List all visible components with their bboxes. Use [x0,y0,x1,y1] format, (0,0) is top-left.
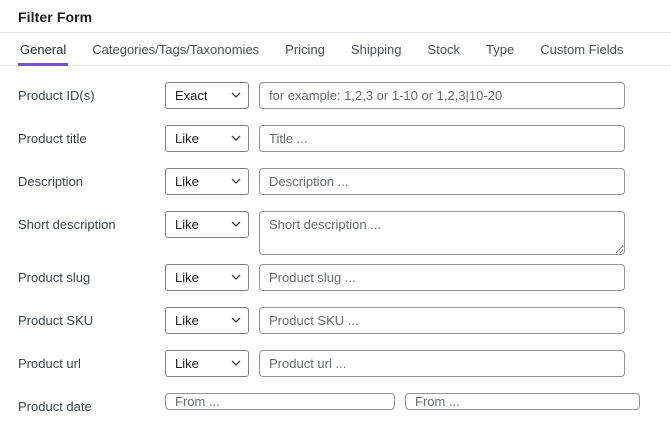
tab-pricing[interactable]: Pricing [283,33,327,66]
form-row-product-url: Product url Like [18,350,671,377]
field-label-product-url: Product url [18,356,81,371]
tab-categories-tags-taxonomies[interactable]: Categories/Tags/Taxonomies [90,33,261,66]
form-row-short-description: Short description Like [18,211,671,255]
product-sku-input[interactable] [259,307,625,334]
description-operator-select[interactable]: Like [165,168,249,195]
short-description-textarea[interactable] [259,211,625,255]
short-description-operator-select[interactable]: Like [165,211,249,238]
filter-form: Product ID(s) Exact Product title Like D… [0,66,671,414]
operator-select-wrap: Exact [165,82,249,109]
tab-type[interactable]: Type [484,33,516,66]
field-label-product-title: Product title [18,131,87,146]
product-date-from-input[interactable] [165,393,395,410]
form-row-description: Description Like [18,168,671,195]
product-slug-operator-select[interactable]: Like [165,264,249,291]
form-row-product-title: Product title Like [18,125,671,152]
product-date-to-input[interactable] [405,393,640,410]
operator-select-wrap: Like [165,264,249,291]
operator-select-wrap: Like [165,168,249,195]
product-title-operator-select[interactable]: Like [165,125,249,152]
page-title: Filter Form [18,9,93,25]
product-url-input[interactable] [259,350,625,377]
field-label-product-date: Product date [18,399,92,414]
field-label-product-slug: Product slug [18,270,91,285]
field-label-short-description: Short description [18,217,116,232]
tab-general[interactable]: General [18,33,69,66]
product-url-operator-select[interactable]: Like [165,350,249,377]
product-slug-input[interactable] [259,264,625,291]
tab-stock[interactable]: Stock [426,33,463,66]
product-ids-input[interactable] [259,82,625,109]
product-sku-operator-select[interactable]: Like [165,307,249,334]
page-header: Filter Form [0,0,671,33]
product-title-input[interactable] [259,125,625,152]
tab-custom-fields[interactable]: Custom Fields [538,33,625,66]
operator-select-wrap: Like [165,307,249,334]
tab-shipping[interactable]: Shipping [349,33,404,66]
form-row-product-sku: Product SKU Like [18,307,671,334]
form-row-product-ids: Product ID(s) Exact [18,82,671,109]
operator-select-wrap: Like [165,211,249,238]
operator-select-wrap: Like [165,350,249,377]
field-label-description: Description [18,174,84,189]
field-label-product-ids: Product ID(s) [18,88,95,103]
form-row-product-slug: Product slug Like [18,264,671,291]
form-row-product-date: Product date [18,393,671,414]
tab-bar: General Categories/Tags/Taxonomies Prici… [0,33,671,66]
product-ids-operator-select[interactable]: Exact [165,82,249,109]
field-label-product-sku: Product SKU [18,313,94,328]
description-input[interactable] [259,168,625,195]
operator-select-wrap: Like [165,125,249,152]
